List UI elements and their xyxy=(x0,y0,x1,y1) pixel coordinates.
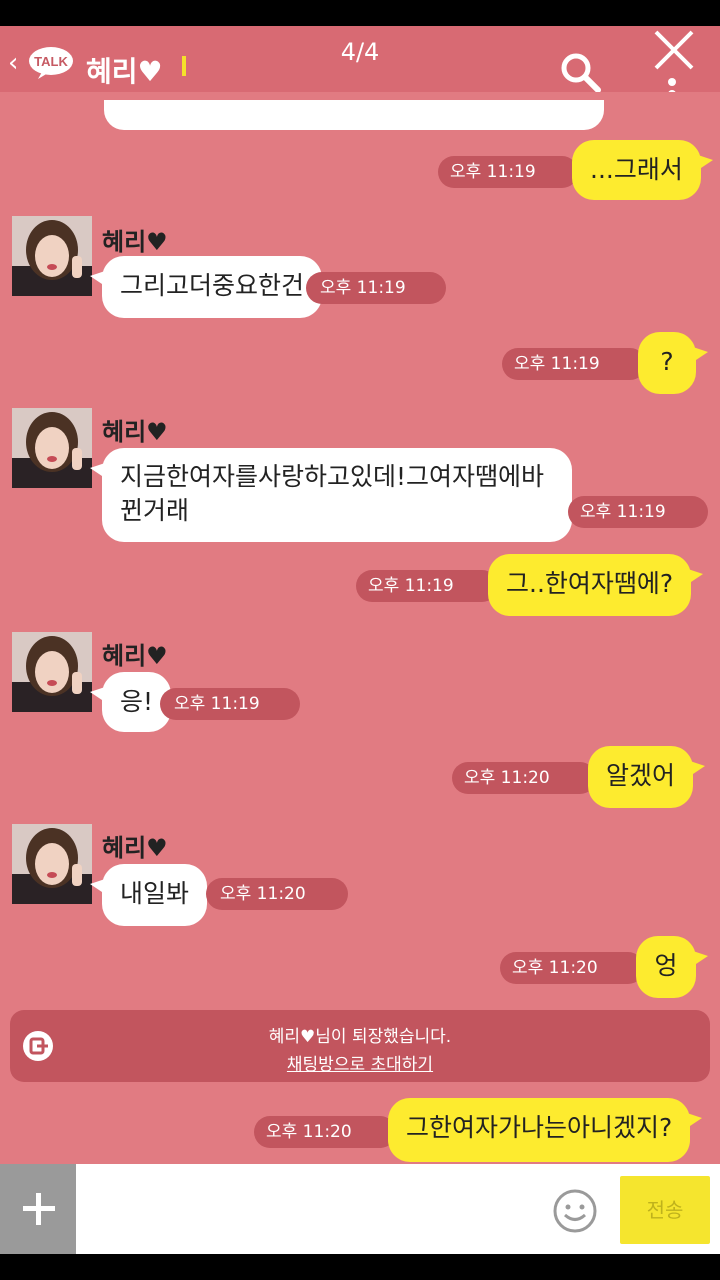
sent-message-bubble[interactable]: 엉 xyxy=(636,936,708,998)
sender-name: 혜리♥ xyxy=(102,642,168,670)
close-icon[interactable] xyxy=(652,28,696,72)
received-message-bubble[interactable]: 지금한여자를사랑하고있데!그여자땜에바뀐거래 xyxy=(90,448,572,542)
message-time: 오후 11:20 xyxy=(254,1116,396,1148)
page-counter: 4/4 xyxy=(340,38,380,66)
received-message-bubble[interactable]: 내일봐 xyxy=(89,864,208,926)
message-time: 오후 11:20 xyxy=(206,878,348,910)
chat-area[interactable]: 오후 11:19 ...그래서 혜리♥ 그리고더중요한건 오후 11:19 오후… xyxy=(0,92,720,1164)
avatar[interactable] xyxy=(12,632,92,712)
received-message-bubble[interactable]: 그리고더중요한건 xyxy=(89,256,323,318)
avatar[interactable] xyxy=(12,216,92,296)
message-input[interactable] xyxy=(80,1172,540,1246)
sent-message-bubble[interactable]: ? xyxy=(638,332,708,394)
avatar[interactable] xyxy=(12,824,92,904)
sent-message-bubble[interactable]: 그..한여자땜에? xyxy=(488,554,704,616)
chat-title: 혜리♥ xyxy=(86,55,163,88)
chat-header: ‹ TALK 혜리♥ 4/4 xyxy=(0,26,720,110)
navigation-bar xyxy=(0,1254,720,1280)
message-time: 오후 11:19 xyxy=(306,272,446,304)
leave-notice-text: 혜리♥님이 퇴장했습니다. xyxy=(268,1027,452,1047)
message-time: 오후 11:19 xyxy=(438,156,578,188)
message-time: 오후 11:19 xyxy=(356,570,498,602)
sent-message-bubble[interactable]: ...그래서 xyxy=(572,140,713,200)
send-button[interactable]: 전송 xyxy=(620,1176,710,1244)
message-time: 오후 11:19 xyxy=(160,688,300,720)
message-time: 오후 11:19 xyxy=(502,348,646,380)
sender-name: 혜리♥ xyxy=(102,418,168,446)
emoji-icon[interactable] xyxy=(552,1188,598,1234)
sent-message-bubble[interactable]: 그한여자가나는아니겠지? xyxy=(388,1098,703,1162)
sender-name: 혜리♥ xyxy=(102,834,168,862)
avatar[interactable] xyxy=(12,408,92,488)
leave-notice: 혜리♥님이 퇴장했습니다. 채팅방으로 초대하기 xyxy=(10,1010,710,1082)
message-time: 오후 11:19 xyxy=(568,496,708,528)
sent-message-bubble[interactable]: 알겠어 xyxy=(588,746,706,808)
status-bar xyxy=(0,0,720,26)
svg-text:TALK: TALK xyxy=(34,54,68,69)
previous-message-bubble xyxy=(104,100,604,130)
message-time: 오후 11:20 xyxy=(500,952,644,984)
message-composer: 전송 xyxy=(0,1164,720,1254)
invite-link[interactable]: 채팅방으로 초대하기 xyxy=(287,1055,433,1075)
sender-name: 혜리♥ xyxy=(102,228,168,256)
title-marker xyxy=(182,56,186,76)
message-time: 오후 11:20 xyxy=(452,762,596,794)
search-icon[interactable] xyxy=(558,50,602,94)
back-button[interactable]: ‹ xyxy=(8,50,18,76)
plus-icon[interactable] xyxy=(0,1164,76,1254)
kakaotalk-logo-icon[interactable]: TALK xyxy=(28,46,74,80)
